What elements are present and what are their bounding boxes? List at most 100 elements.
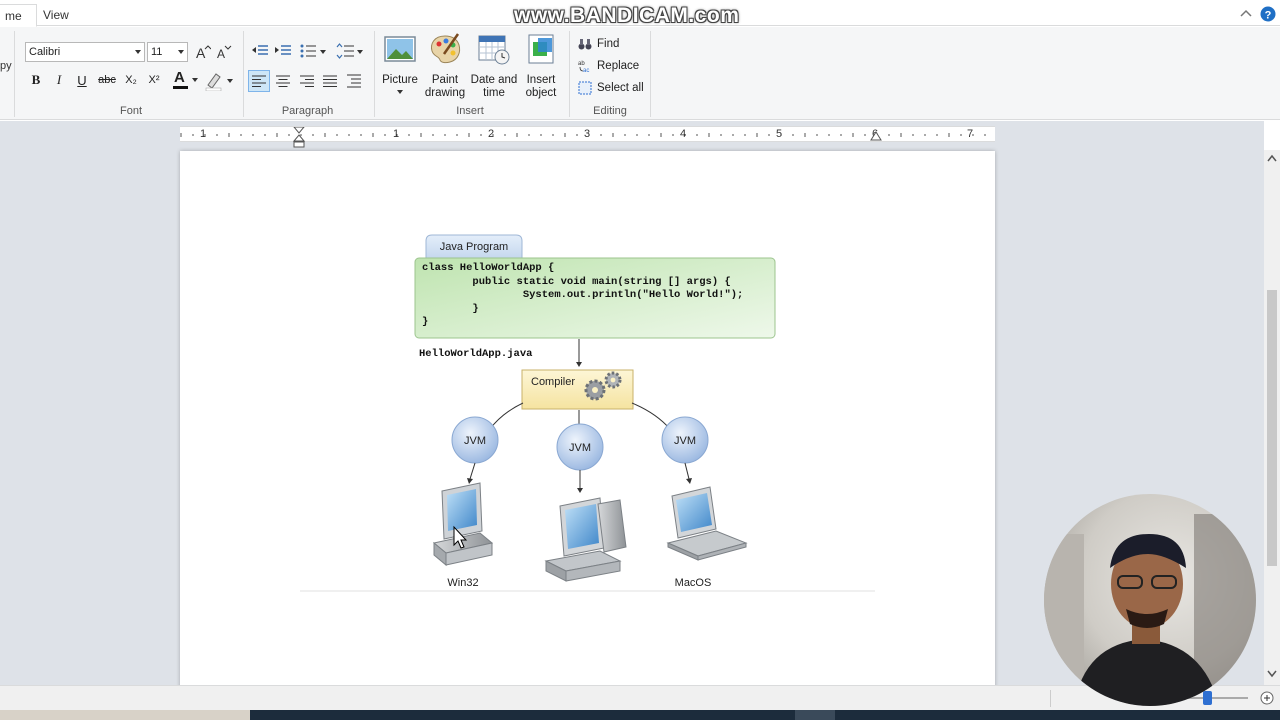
ruler-number: 5: [776, 128, 783, 140]
arrowhead: [467, 478, 473, 484]
subscript-button[interactable]: X₂: [120, 69, 142, 91]
paragraph-settings-icon: [347, 74, 361, 88]
date-time-label: Date and time: [470, 74, 518, 99]
taskbar-active-app[interactable]: [795, 710, 835, 720]
ribbon-separator: [650, 31, 651, 117]
align-center-button[interactable]: [272, 70, 294, 92]
grow-font-icon[interactable]: A: [195, 44, 211, 60]
svg-text:ab: ab: [578, 61, 585, 67]
find-button[interactable]: Find: [578, 34, 619, 54]
text-color-letter: A: [174, 69, 185, 86]
java-platform-diagram: Java Program HelloWorldApp.java Compiler: [300, 234, 875, 592]
code-line: }: [422, 316, 429, 329]
justify-button[interactable]: [319, 70, 341, 92]
code-line: System.out.println("Hello World!");: [422, 289, 744, 302]
bold-button[interactable]: B: [25, 69, 47, 91]
tab-view[interactable]: View: [29, 4, 83, 26]
ruler-number: 2: [488, 128, 495, 140]
align-center-icon: [276, 75, 290, 87]
macos-laptop-icon: [666, 486, 748, 561]
code-line: class HelloWorldApp {: [422, 262, 555, 274]
arrow-jvm-right: [684, 462, 690, 480]
jvm-label-center: JVM: [569, 442, 591, 454]
highlight-color-icon[interactable]: [205, 71, 235, 91]
win32-computer-icon: [432, 482, 494, 567]
code-line: }: [422, 302, 479, 315]
chevron-down-icon: [192, 78, 198, 82]
paragraph-settings-button[interactable]: [344, 70, 366, 92]
horizontal-ruler[interactable]: 1 1 2 3 4 5 6 7: [180, 126, 995, 148]
compiler-label: Compiler: [531, 376, 575, 388]
document-page[interactable]: Java Program HelloWorldApp.java Compiler: [180, 151, 995, 685]
align-left-button[interactable]: [248, 70, 270, 92]
picture-icon: [384, 36, 416, 62]
first-line-indent-marker[interactable]: [293, 127, 305, 151]
svg-text:A: A: [217, 47, 225, 60]
java-program-tab-label: Java Program: [440, 241, 508, 253]
replace-label: Replace: [597, 60, 640, 72]
underline-button[interactable]: U: [71, 69, 93, 91]
collapse-ribbon-icon[interactable]: [1240, 9, 1252, 17]
jvm-label-right: JVM: [674, 435, 696, 447]
line-spacing-icon[interactable]: [336, 42, 364, 60]
zoom-slider-thumb[interactable]: [1203, 691, 1212, 705]
text-color-button[interactable]: A: [172, 69, 200, 91]
replace-button[interactable]: ab ac Replace: [578, 56, 639, 76]
webcam-overlay: [1044, 494, 1256, 706]
shrink-font-icon[interactable]: A: [216, 44, 232, 60]
arrow-jvm-left: [469, 462, 476, 480]
bullet-list-icon[interactable]: [299, 43, 329, 59]
font-size-combo[interactable]: 11: [147, 42, 188, 62]
calendar-clock-icon: [478, 35, 510, 65]
ribbon-tabs: me View www.BANDICAM.com ?: [0, 0, 1280, 27]
replace-icon: ab ac: [578, 61, 589, 73]
strikethrough-button[interactable]: abc: [96, 69, 118, 91]
svg-text:?: ?: [1265, 10, 1272, 22]
taskbar-search-area[interactable]: [0, 710, 250, 720]
decrease-indent-icon[interactable]: [251, 43, 269, 59]
select-all-button[interactable]: Select all: [578, 78, 644, 98]
scrollbar-thumb[interactable]: [1267, 290, 1277, 566]
bandicam-watermark: www.BANDICAM.com: [514, 4, 740, 27]
superscript-button[interactable]: X²: [143, 69, 165, 91]
scroll-down-icon[interactable]: [1267, 670, 1277, 678]
arrowhead: [576, 362, 582, 367]
paint-palette-icon: [431, 33, 461, 64]
font-family-combo[interactable]: Calibri: [25, 42, 145, 62]
ribbon-separator: [569, 31, 570, 117]
scroll-up-icon[interactable]: [1267, 154, 1277, 162]
paint-drawing-label: Paint drawing: [424, 74, 466, 99]
font-size-value: 11: [151, 46, 163, 58]
ribbon-separator: [374, 31, 375, 117]
zoom-in-icon[interactable]: [1260, 691, 1274, 705]
paint-drawing-button[interactable]: Paint drawing: [422, 32, 468, 100]
ruler-number: 3: [584, 128, 591, 140]
jvm-label-left: JVM: [464, 435, 486, 447]
date-time-button[interactable]: Date and time: [470, 32, 518, 100]
font-family-value: Calibri: [29, 46, 61, 58]
right-indent-marker[interactable]: [870, 130, 882, 143]
help-icon[interactable]: ?: [1260, 6, 1276, 22]
vertical-scrollbar[interactable]: [1264, 150, 1280, 685]
chevron-down-icon: [135, 50, 141, 54]
align-right-button[interactable]: [296, 70, 318, 92]
desktop-computer-icon: [544, 497, 627, 582]
picture-button[interactable]: Picture: [380, 32, 420, 94]
code-line: public static void main(string [] args) …: [422, 275, 731, 288]
increase-indent-icon[interactable]: [274, 43, 292, 59]
status-separator: [1050, 690, 1051, 707]
connector-left: [489, 402, 524, 430]
paragraph-group-label: Paragraph: [281, 105, 334, 117]
insert-group-label: Insert: [456, 105, 484, 117]
ribbon-separator: [14, 31, 15, 117]
insert-object-icon: [528, 34, 554, 64]
chevron-down-icon: [397, 90, 403, 94]
italic-button[interactable]: I: [48, 69, 70, 91]
ruler-number: 1: [200, 128, 207, 140]
align-left-icon: [252, 75, 266, 87]
justify-icon: [323, 75, 337, 87]
text-color-swatch: [173, 86, 188, 89]
macos-label: MacOS: [675, 577, 712, 589]
status-bar: [0, 685, 1280, 710]
insert-object-button[interactable]: Insert object: [520, 32, 562, 100]
